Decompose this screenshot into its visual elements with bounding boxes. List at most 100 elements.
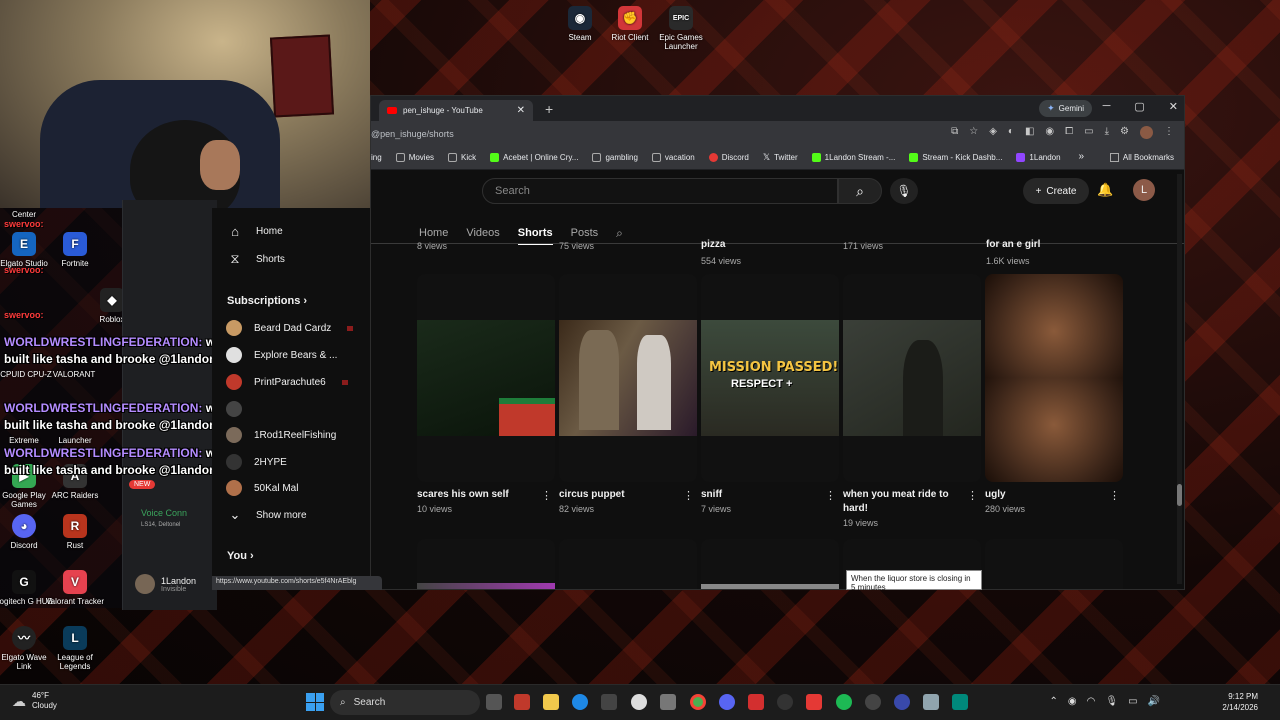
volume-icon[interactable]: 🔊: [1148, 696, 1160, 707]
guide-subscriptions-heading[interactable]: Subscriptions ›: [227, 295, 307, 307]
bookmark-item[interactable]: Discord: [708, 153, 749, 162]
edge-icon[interactable]: [572, 694, 588, 710]
microphone-icon[interactable]: 🎙: [1105, 696, 1118, 707]
more-actions-icon[interactable]: ⋮: [1109, 489, 1120, 502]
more-actions-icon[interactable]: ⋮: [967, 489, 978, 502]
bookmark-item[interactable]: ing: [371, 153, 382, 162]
more-menu-icon[interactable]: ⋮: [1164, 126, 1174, 139]
short-thumbnail[interactable]: MISSION PASSED! RESPECT +: [701, 274, 839, 482]
discord-icon[interactable]: [719, 694, 735, 710]
bookmark-item[interactable]: 1Landon: [1016, 153, 1061, 162]
subscription-item[interactable]: PrintParachute6: [226, 374, 348, 390]
guide-item-shorts[interactable]: ⧖ Shorts: [226, 251, 284, 267]
short-title[interactable]: ugly: [985, 488, 1103, 502]
search-input[interactable]: Search: [482, 178, 838, 204]
profile-avatar[interactable]: [1140, 126, 1153, 139]
short-thumbnail[interactable]: [417, 539, 555, 589]
voice-search-button[interactable]: 🎙: [890, 178, 918, 204]
guide-you-heading[interactable]: You ›: [227, 550, 254, 562]
desktop-icon-fortnite[interactable]: F Fortnite: [45, 232, 105, 268]
sidebar-icon[interactable]: ▭: [1084, 126, 1093, 139]
start-button[interactable]: [306, 693, 324, 711]
short-thumbnail[interactable]: [559, 274, 697, 482]
maximize-button[interactable]: ▢: [1134, 100, 1144, 113]
network-icon[interactable]: ▭: [1128, 696, 1137, 707]
subscription-item[interactable]: Beard Dad Cardz: [226, 320, 354, 336]
short-title[interactable]: for an e girl: [986, 239, 1040, 250]
subscription-item[interactable]: 2HYPE: [226, 454, 287, 470]
tray-app-icon[interactable]: ◉: [1068, 696, 1077, 707]
bookmark-item[interactable]: Kick: [448, 153, 476, 162]
taskbar-search[interactable]: ⌕ Search: [330, 690, 480, 715]
app-icon[interactable]: [952, 694, 968, 710]
short-title[interactable]: pizza: [701, 239, 725, 250]
bookmark-item[interactable]: Stream - Kick Dashb...: [909, 153, 1002, 162]
subscription-item[interactable]: [226, 401, 254, 417]
customize-icon[interactable]: ⚙: [1120, 126, 1129, 139]
subscription-item[interactable]: 1Rod1ReelFishing: [226, 427, 336, 443]
guide-item-home[interactable]: ⌂ Home: [226, 224, 283, 239]
app-icon[interactable]: [631, 694, 647, 710]
file-explorer-icon[interactable]: [543, 694, 559, 710]
desktop-icon-launcher[interactable]: Launcher: [45, 436, 105, 445]
tab-posts[interactable]: Posts: [571, 227, 599, 239]
channel-search-icon[interactable]: ⌕: [616, 226, 623, 241]
app-icon[interactable]: [806, 694, 822, 710]
app-icon[interactable]: [923, 694, 939, 710]
minimize-button[interactable]: ─: [1103, 100, 1111, 113]
task-view-icon[interactable]: [486, 694, 502, 710]
guide-show-more[interactable]: ⌄ Show more: [226, 507, 307, 523]
avatar[interactable]: L: [1133, 179, 1155, 201]
short-title[interactable]: sniff: [701, 488, 819, 502]
bookmark-item[interactable]: vacation: [651, 153, 695, 162]
short-thumbnail[interactable]: [985, 274, 1123, 482]
app-icon[interactable]: [865, 694, 881, 710]
extensions-puzzle-icon[interactable]: ⧠: [1065, 126, 1073, 139]
tab-videos[interactable]: Videos: [466, 227, 499, 239]
search-button[interactable]: ⌕: [838, 178, 882, 204]
short-thumbnail[interactable]: [559, 539, 697, 589]
app-icon[interactable]: [514, 694, 530, 710]
more-bookmarks-button[interactable]: »: [1078, 151, 1084, 162]
desktop-icon-league-of-legends[interactable]: L League of Legends: [45, 626, 105, 671]
new-tab-button[interactable]: +: [545, 101, 553, 117]
all-bookmarks-button[interactable]: All Bookmarks: [1109, 153, 1174, 162]
tab-youtube[interactable]: pen_ishuge - YouTube ✕: [379, 100, 533, 121]
bookmark-item[interactable]: 𝕏 Twitter: [763, 152, 798, 163]
more-actions-icon[interactable]: ⋮: [541, 489, 552, 502]
desktop-icon-valorant[interactable]: VALORANT: [44, 370, 104, 379]
gemini-button[interactable]: ✦ Gemini: [1039, 100, 1092, 117]
install-app-icon[interactable]: ⧉: [951, 126, 958, 139]
create-button[interactable]: + Create: [1023, 178, 1089, 204]
discord-user-panel[interactable]: 1Landon Invisible: [135, 574, 196, 594]
app-icon[interactable]: [777, 694, 793, 710]
store-icon[interactable]: [601, 694, 617, 710]
desktop-icon-rust[interactable]: R Rust: [45, 514, 105, 550]
desktop-icon-valorant-tracker[interactable]: V Valorant Tracker: [45, 570, 105, 606]
clock[interactable]: 9:12 PM 2/14/2026: [1222, 691, 1258, 713]
address-bar[interactable]: @pen_ishuge/shorts ⧉ ☆ ◈ ◐ ◧ ◉ ⧠ ▭ ⤓ ⚙ ⋮: [371, 121, 1184, 146]
more-actions-icon[interactable]: ⋮: [683, 489, 694, 502]
short-thumbnail[interactable]: [417, 274, 555, 482]
bookmark-item[interactable]: 1Landon Stream -...: [811, 153, 895, 162]
short-title[interactable]: circus puppet: [559, 488, 677, 502]
extension-icon[interactable]: ◧: [1025, 126, 1034, 139]
close-tab-icon[interactable]: ✕: [517, 105, 525, 116]
app-icon[interactable]: [748, 694, 764, 710]
spotify-icon[interactable]: [836, 694, 852, 710]
chrome-icon[interactable]: [690, 694, 706, 710]
extension-icon[interactable]: ◐: [1008, 126, 1014, 139]
scrollbar-thumb[interactable]: [1177, 484, 1182, 506]
app-icon[interactable]: [894, 694, 910, 710]
desktop-icon-center[interactable]: Center: [0, 210, 54, 219]
close-window-button[interactable]: ✕: [1169, 100, 1178, 113]
bookmark-item[interactable]: Movies: [395, 153, 434, 162]
subscription-item[interactable]: Explore Bears & ...: [226, 347, 337, 363]
bookmark-item[interactable]: Acebet | Online Cry...: [490, 153, 578, 162]
download-icon[interactable]: ⤓: [1105, 126, 1109, 139]
extension-icon[interactable]: ◉: [1045, 126, 1054, 139]
weather-widget[interactable]: ☁ 46°F Cloudy: [12, 691, 57, 711]
short-thumbnail[interactable]: [843, 274, 981, 482]
extension-icon[interactable]: ◈: [989, 126, 997, 139]
wifi-icon[interactable]: ◠: [1087, 696, 1096, 707]
